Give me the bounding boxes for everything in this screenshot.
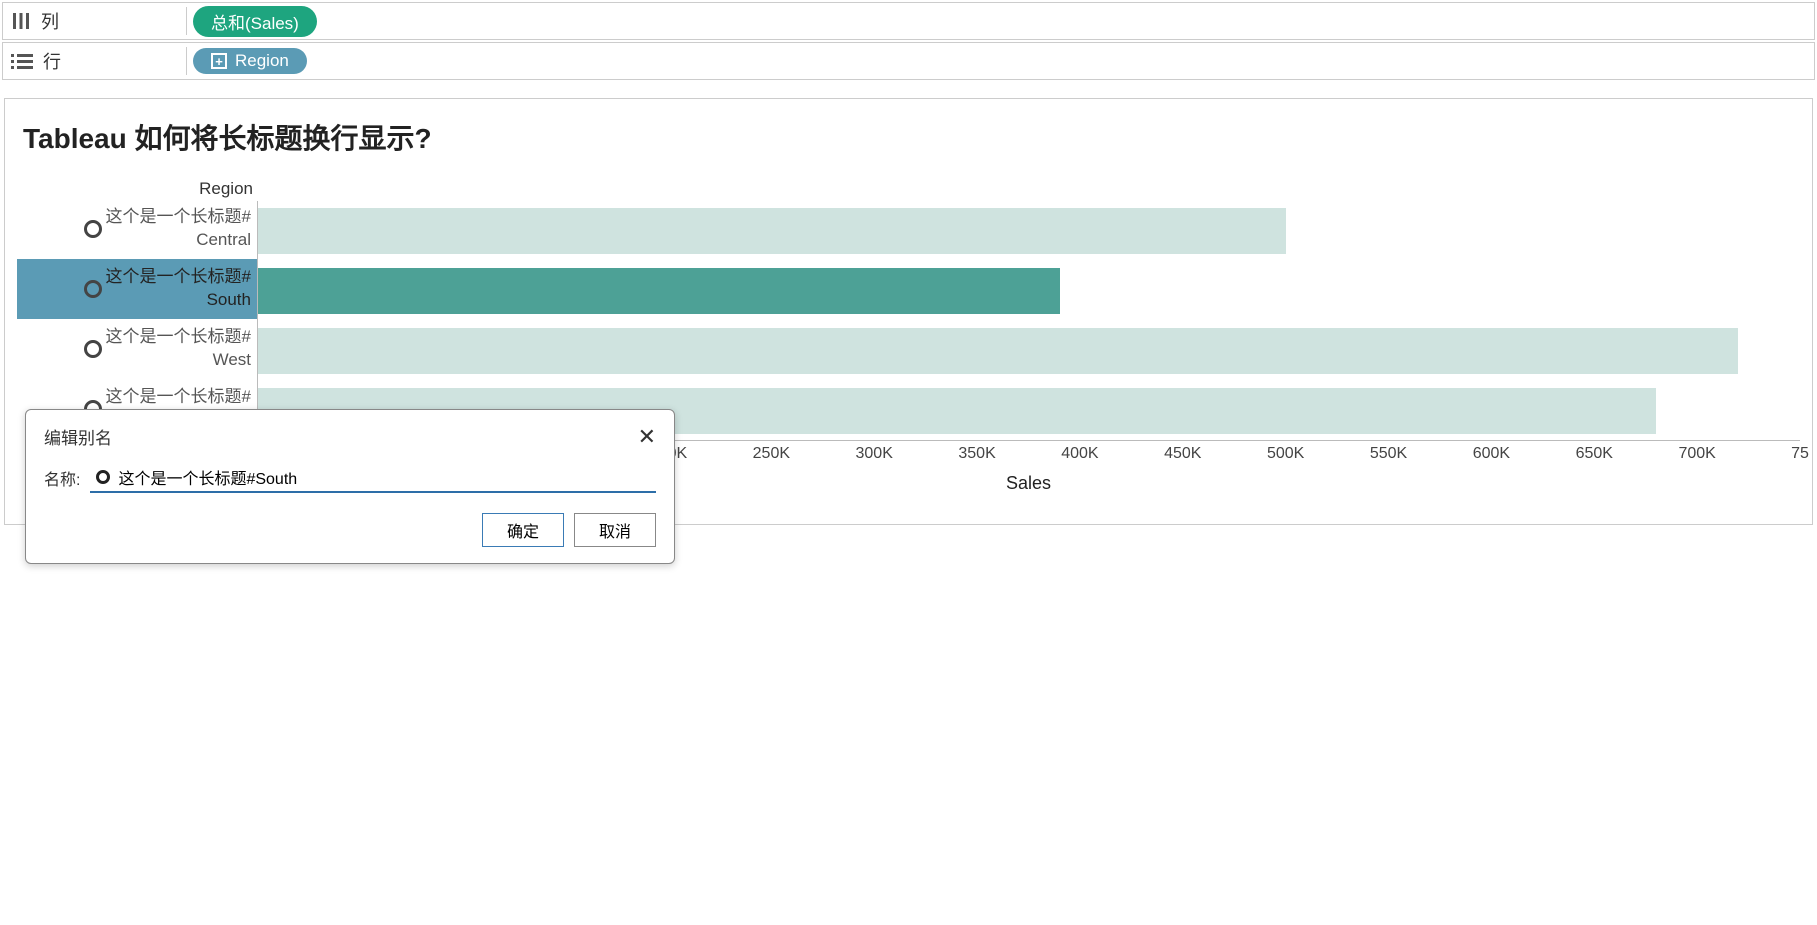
x-tick-label: 300K — [856, 445, 893, 463]
plot-area[interactable] — [257, 201, 1800, 441]
x-tick-label: 700K — [1678, 445, 1715, 463]
edit-alias-dialog: 编辑别名 ✕ 名称: 确定 取消 — [25, 409, 675, 564]
row-header-label: 这个是一个长标题# West — [106, 326, 251, 372]
bar[interactable] — [258, 328, 1738, 374]
x-tick-label: 600K — [1473, 445, 1510, 463]
chart-title[interactable]: Tableau 如何将长标题换行显示? — [23, 117, 1800, 157]
ok-button[interactable]: 确定 — [482, 513, 564, 547]
close-icon[interactable]: ✕ — [638, 426, 656, 448]
rows-shelf-label: 行 — [11, 48, 186, 74]
x-tick-label: 450K — [1164, 445, 1201, 463]
row-header-label: 这个是一个长标题# South — [106, 266, 251, 312]
bar[interactable] — [258, 208, 1286, 254]
columns-pill-sales[interactable]: 总和(Sales) — [193, 6, 317, 37]
columns-icon — [11, 11, 31, 31]
alias-input-wrapper[interactable] — [90, 463, 656, 493]
chart: Region 这个是一个长标题# Central 这个是一个长标题# South 这… — [17, 179, 1800, 441]
pill-label: Region — [235, 51, 289, 71]
x-tick-label: 500K — [1267, 445, 1304, 463]
rows-shelf[interactable]: 行 + Region — [2, 42, 1815, 80]
columns-shelf[interactable]: 列 总和(Sales) — [2, 2, 1815, 40]
row-header[interactable]: 这个是一个长标题# Central — [17, 199, 257, 259]
rows-pill-region[interactable]: + Region — [193, 48, 307, 74]
columns-shelf-text: 列 — [41, 8, 59, 34]
cancel-button[interactable]: 取消 — [574, 513, 656, 547]
x-tick-label: 350K — [958, 445, 995, 463]
x-tick-label: 650K — [1576, 445, 1613, 463]
row-header[interactable]: 这个是一个长标题# West — [17, 319, 257, 379]
circle-icon — [84, 220, 102, 238]
x-tick-label: 250K — [753, 445, 790, 463]
x-tick-label: 400K — [1061, 445, 1098, 463]
row-headers-column: Region 这个是一个长标题# Central 这个是一个长标题# South 这… — [17, 179, 257, 441]
pill-label: 总和(Sales) — [211, 9, 299, 34]
bar[interactable] — [258, 268, 1060, 314]
alias-input[interactable] — [116, 467, 650, 487]
x-tick-label: 75 — [1791, 445, 1809, 463]
x-tick-label: 550K — [1370, 445, 1407, 463]
columns-pill-area[interactable]: 总和(Sales) — [186, 7, 1806, 35]
row-header[interactable]: 这个是一个长标题# South — [17, 259, 257, 319]
row-header-title: Region — [17, 179, 257, 199]
alias-field-label: 名称: — [44, 466, 80, 490]
dialog-title: 编辑别名 — [44, 424, 112, 449]
rows-pill-area[interactable]: + Region — [186, 47, 1806, 75]
rows-shelf-text: 行 — [43, 48, 61, 74]
circle-icon — [96, 470, 110, 484]
visualization-area: Tableau 如何将长标题换行显示? Region 这个是一个长标题# Cen… — [4, 98, 1813, 525]
row-header-label: 这个是一个长标题# Central — [106, 206, 251, 252]
rows-icon — [11, 51, 33, 71]
expand-icon[interactable]: + — [211, 53, 227, 69]
circle-icon — [84, 280, 102, 298]
columns-shelf-label: 列 — [11, 8, 186, 34]
circle-icon — [84, 340, 102, 358]
